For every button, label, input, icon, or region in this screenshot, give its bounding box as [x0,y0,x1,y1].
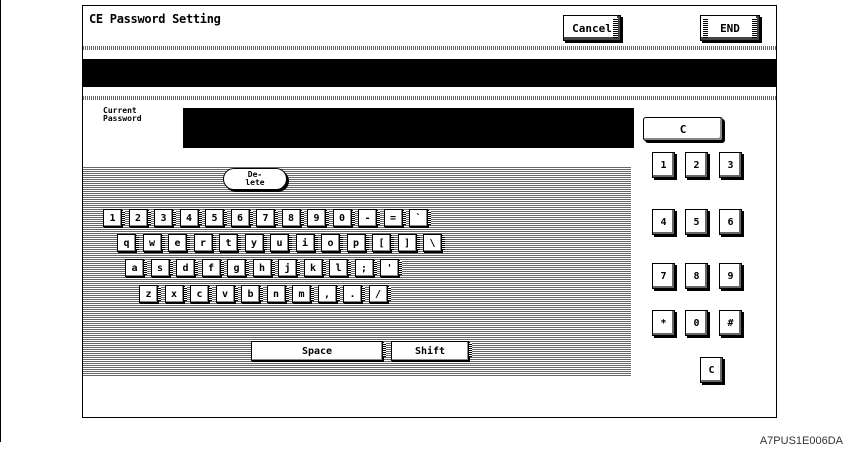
key-row1-1[interactable]: 2 [128,209,151,227]
key-row3-2[interactable]: d [176,259,198,277]
key-row2-1[interactable]: w [142,234,165,252]
key-row1-5[interactable]: 6 [230,209,253,227]
shift-key[interactable]: Shift [391,341,472,361]
key-row3-3[interactable]: f [201,259,224,277]
key-row1-6[interactable]: 7 [256,209,278,227]
current-password-label: Current Password [103,107,142,123]
key-row1-12[interactable]: ` [409,209,431,227]
key-row4-7[interactable]: , [317,285,340,303]
current-password-field[interactable] [183,108,634,148]
key-row3-6[interactable]: j [278,259,300,277]
key-row4-9[interactable]: / [368,285,391,303]
key-row1-2[interactable]: 3 [154,209,176,227]
key-row2-12[interactable]: \ [423,234,445,252]
figure-code: A7PUS1E006DA [759,435,843,447]
tenkey-3-2[interactable]: # [719,310,742,336]
key-row2-5[interactable]: y [244,234,267,252]
key-row3-1[interactable]: s [150,259,173,277]
tenkey-2-0[interactable]: 7 [652,263,675,289]
key-row2-6[interactable]: u [270,234,292,252]
key-row4-4[interactable]: b [241,285,263,303]
key-row1-11[interactable]: = [383,209,406,227]
key-row2-8[interactable]: o [321,234,343,252]
key-row3-4[interactable]: g [227,259,249,277]
end-button[interactable]: END [700,15,760,41]
tenkey-3-0[interactable]: * [652,310,675,336]
tenkey-clear-button[interactable]: C [700,357,723,383]
key-row1-8[interactable]: 9 [307,209,329,227]
key-row2-2[interactable]: e [168,234,190,252]
key-row4-5[interactable]: n [266,285,289,303]
key-row1-7[interactable]: 8 [281,209,304,227]
key-row2-9[interactable]: p [346,234,369,252]
end-button-hatch-right [752,18,757,38]
key-row2-3[interactable]: r [193,234,216,252]
key-row1-0[interactable]: 1 [103,209,125,227]
key-row4-8[interactable]: . [343,285,365,303]
key-row4-3[interactable]: v [215,285,238,303]
key-row4-0[interactable]: z [139,285,161,303]
key-row2-11[interactable]: ] [397,234,420,252]
key-row1-10[interactable]: - [358,209,380,227]
tenkey-2-1[interactable]: 8 [685,263,708,289]
key-row3-0[interactable]: a [125,259,147,277]
delete-key[interactable]: De- lete [223,168,287,190]
cancel-button[interactable]: Cancel [563,15,621,41]
key-row2-7[interactable]: i [295,234,318,252]
section-divider [83,96,776,100]
tenkey-1-1[interactable]: 5 [685,209,708,235]
key-row3-7[interactable]: k [303,259,326,277]
control-panel-screen: CE Password Setting Cancel END Current P… [82,5,777,418]
cancel-button-hatch [613,18,618,38]
tenkey-1-2[interactable]: 6 [719,209,742,235]
key-row3-8[interactable]: l [329,259,351,277]
key-row4-6[interactable]: m [292,285,314,303]
tenkey-3-1[interactable]: 0 [685,310,708,336]
end-button-hatch-left [703,18,708,38]
page-title: CE Password Setting [89,12,221,26]
key-row3-9[interactable]: ; [354,259,377,277]
end-label: END [720,21,740,35]
header-divider [83,46,776,50]
cancel-label: Cancel [572,21,612,35]
left-frame-edge [0,0,1,442]
delete-line2: lete [245,178,265,187]
space-key[interactable]: Space [251,341,386,361]
tenkey-0-1[interactable]: 2 [685,152,708,178]
key-row2-10[interactable]: [ [372,234,394,252]
tenkey-1-0[interactable]: 4 [652,209,675,235]
tenkey-0-0[interactable]: 1 [652,152,675,178]
key-row3-5[interactable]: h [252,259,275,277]
key-row1-4[interactable]: 5 [205,209,227,227]
message-bar [83,59,776,87]
key-row3-10[interactable]: ' [380,259,402,277]
key-row2-0[interactable]: q [117,234,139,252]
key-row1-9[interactable]: 0 [332,209,355,227]
label-line2: Password [103,114,142,123]
key-row4-1[interactable]: x [164,285,187,303]
key-row2-4[interactable]: t [219,234,241,252]
tenkey-2-2[interactable]: 9 [719,263,742,289]
key-row4-2[interactable]: c [190,285,212,303]
clear-password-button[interactable]: C [643,117,723,141]
key-row1-3[interactable]: 4 [179,209,202,227]
tenkey-0-2[interactable]: 3 [719,152,742,178]
